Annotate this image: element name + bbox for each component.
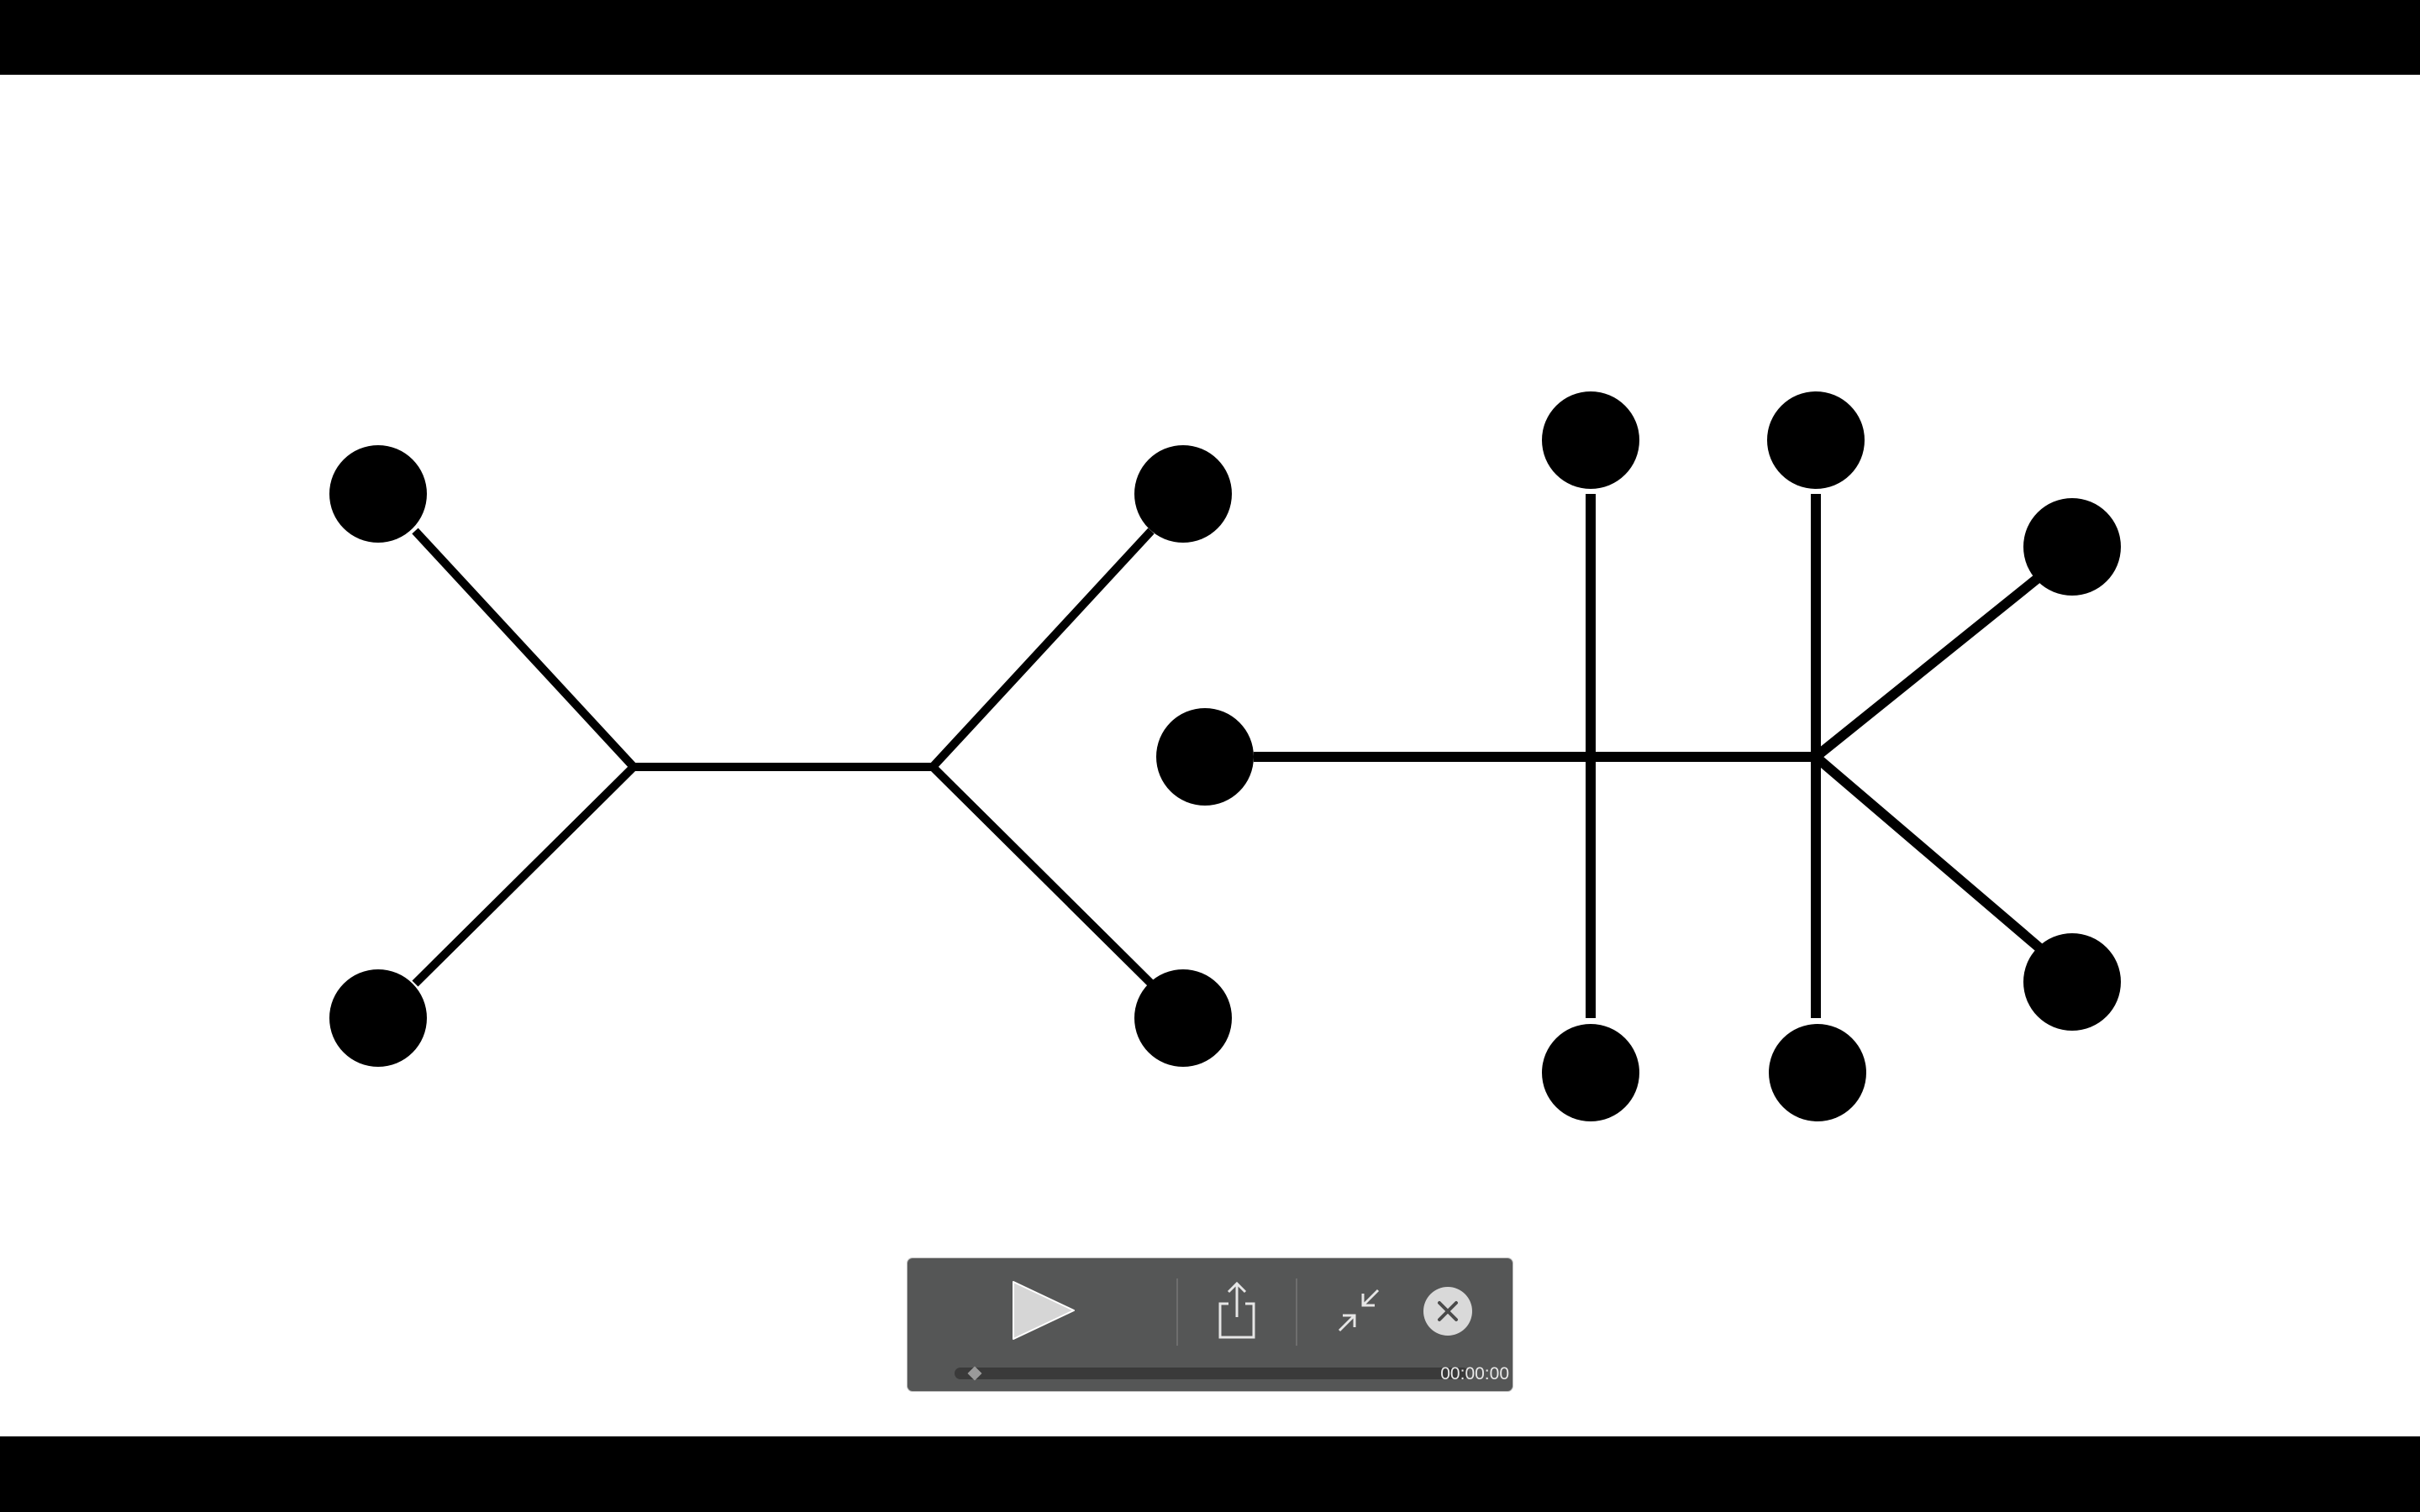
edge xyxy=(929,764,1155,987)
node xyxy=(1134,969,1232,1067)
node xyxy=(1156,708,1254,806)
left-tree xyxy=(412,528,1155,987)
node xyxy=(1769,1024,1866,1121)
progress-scrubber[interactable] xyxy=(955,1366,1469,1381)
node xyxy=(2023,933,2121,1031)
control-divider xyxy=(1176,1278,1178,1346)
play-button[interactable] xyxy=(1002,1277,1082,1344)
share-icon xyxy=(1218,1281,1255,1339)
node xyxy=(329,445,427,543)
timecode: 00:00:00 xyxy=(1440,1364,1509,1383)
share-button[interactable] xyxy=(1212,1278,1262,1342)
exit-fullscreen-icon xyxy=(1338,1289,1380,1332)
node xyxy=(2023,498,2121,596)
close-icon xyxy=(1438,1301,1458,1321)
right-tree xyxy=(1254,494,2050,1018)
playhead-handle[interactable] xyxy=(967,1366,982,1381)
left-tree-nodes xyxy=(329,445,1232,1067)
exit-fullscreen-button[interactable] xyxy=(1331,1284,1386,1339)
node xyxy=(1134,445,1232,543)
edge xyxy=(412,764,637,987)
control-divider xyxy=(1296,1278,1297,1346)
edge xyxy=(412,528,637,770)
node xyxy=(329,969,427,1067)
playback-controls: 00:00:00 xyxy=(908,1258,1512,1391)
node xyxy=(1542,1024,1639,1121)
node xyxy=(1767,391,1865,489)
edge xyxy=(1812,572,2044,761)
video-player: 00:00:00 xyxy=(0,0,2420,1512)
close-button[interactable] xyxy=(1423,1287,1472,1336)
node xyxy=(1542,391,1639,489)
edge xyxy=(929,528,1155,770)
edge xyxy=(1812,753,2050,958)
play-icon xyxy=(1013,1281,1075,1340)
